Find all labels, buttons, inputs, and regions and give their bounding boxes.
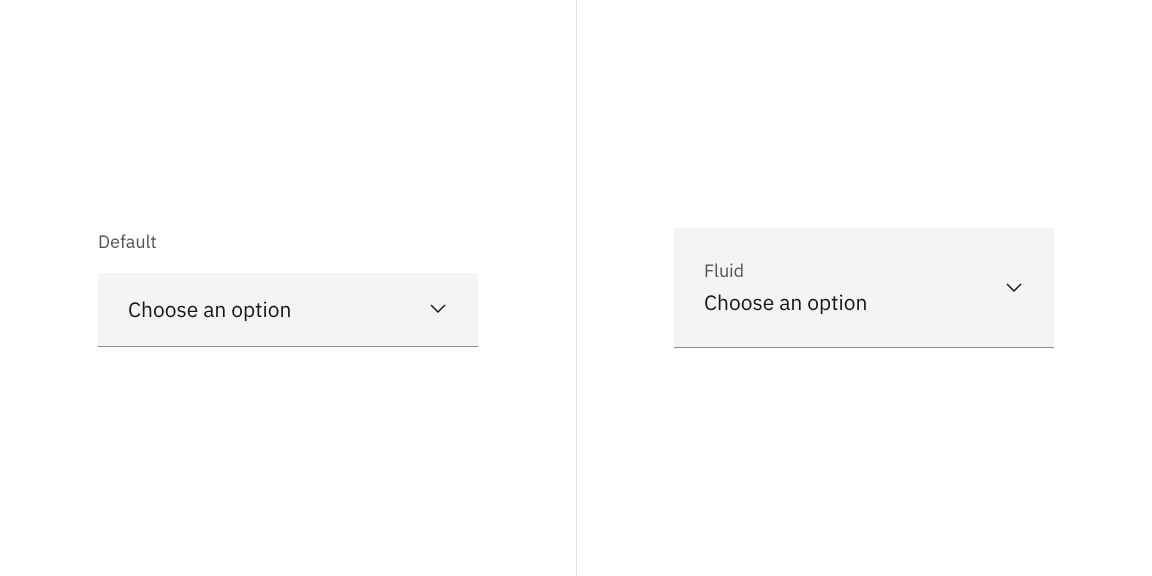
default-panel: Default Choose an option bbox=[0, 0, 576, 576]
fluid-dropdown-text: Choose an option bbox=[704, 288, 867, 316]
fluid-label: Fluid bbox=[704, 259, 867, 282]
chevron-down-icon bbox=[1004, 278, 1024, 298]
fluid-panel: Fluid Choose an option bbox=[576, 0, 1152, 576]
default-dropdown-text: Choose an option bbox=[128, 295, 291, 323]
vertical-divider bbox=[576, 0, 577, 576]
fluid-dropdown-inner: Fluid Choose an option bbox=[704, 259, 867, 316]
default-label: Default bbox=[98, 230, 478, 253]
chevron-down-icon bbox=[428, 299, 448, 319]
default-dropdown[interactable]: Choose an option bbox=[98, 273, 478, 347]
fluid-dropdown[interactable]: Fluid Choose an option bbox=[674, 228, 1054, 348]
